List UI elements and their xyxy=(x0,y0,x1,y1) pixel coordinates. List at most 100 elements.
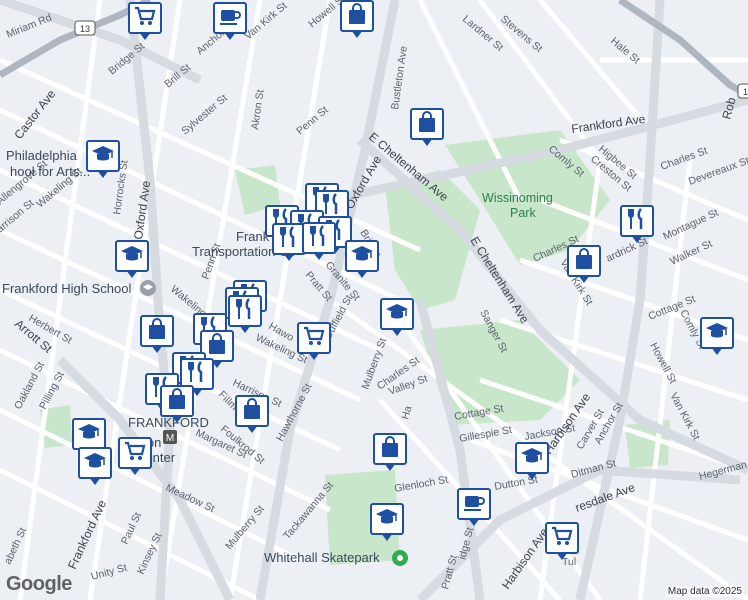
svg-text:Lardner St: Lardner St xyxy=(460,13,505,54)
restaurant-icon xyxy=(625,207,649,235)
graduation-cap-icon xyxy=(520,445,544,472)
graduation-cap-icon xyxy=(83,450,107,477)
transit-station-icon[interactable]: M xyxy=(163,430,177,444)
pin-pointer xyxy=(308,352,320,360)
poi-pin[interactable] xyxy=(700,317,734,357)
pin-pointer xyxy=(631,235,643,243)
restaurant-icon xyxy=(307,224,331,252)
school-marker-icon[interactable] xyxy=(140,280,156,296)
svg-text:Sylvester St: Sylvester St xyxy=(179,92,230,137)
shopping-cart-icon xyxy=(550,525,574,552)
pin-pointer xyxy=(313,252,325,260)
shopping-cart-icon xyxy=(133,5,157,32)
pin-pointer xyxy=(239,325,251,333)
shopping-bag-icon xyxy=(165,387,189,415)
poi-pin[interactable] xyxy=(345,240,379,280)
svg-text:M: M xyxy=(166,433,174,444)
poi-pin[interactable] xyxy=(140,315,174,355)
svg-text:Van Kirk St: Van Kirk St xyxy=(242,0,289,42)
svg-text:hool for Arts...: hool for Arts... xyxy=(10,164,90,179)
poi-pin[interactable] xyxy=(213,2,247,42)
poi-pin[interactable] xyxy=(567,245,601,285)
svg-text:Akron St: Akron St xyxy=(249,89,266,131)
pin-pointer xyxy=(139,32,151,40)
svg-text:13: 13 xyxy=(743,87,748,97)
poi-pin[interactable] xyxy=(620,205,654,245)
graduation-cap-icon xyxy=(91,143,115,170)
svg-text:Park: Park xyxy=(510,206,536,220)
svg-text:Frankford High School: Frankford High School xyxy=(2,281,131,296)
graduation-cap-icon xyxy=(120,243,144,270)
shopping-bag-icon xyxy=(378,435,402,463)
svg-text:Rob: Rob xyxy=(719,96,738,121)
graduation-cap-icon xyxy=(705,320,729,347)
park-marker-icon[interactable] xyxy=(392,550,408,566)
poi-pin[interactable] xyxy=(228,295,262,335)
graduation-cap-icon xyxy=(385,301,409,328)
poi-pin[interactable] xyxy=(515,442,549,482)
pin-pointer xyxy=(421,138,433,146)
pin-pointer xyxy=(578,275,590,283)
poi-pin[interactable] xyxy=(340,0,374,40)
graduation-cap-icon xyxy=(77,421,101,448)
poi-pin[interactable] xyxy=(370,503,404,543)
poi-pin[interactable] xyxy=(457,488,491,528)
google-logo[interactable]: Google xyxy=(6,573,72,596)
poi-pin[interactable] xyxy=(78,447,112,487)
poi-pin[interactable] xyxy=(302,222,336,262)
shopping-bag-icon xyxy=(415,110,439,138)
poi-pin[interactable] xyxy=(160,385,194,425)
poi-pin[interactable] xyxy=(115,240,149,280)
poi-pin[interactable] xyxy=(545,522,579,562)
poi-pin[interactable] xyxy=(380,298,414,338)
pin-pointer xyxy=(381,533,393,541)
poi-pin[interactable] xyxy=(86,140,120,180)
pin-pointer xyxy=(384,463,396,471)
pin-pointer xyxy=(171,415,183,423)
graduation-cap-icon xyxy=(350,243,374,270)
shopping-bag-icon xyxy=(240,397,264,425)
svg-text:Glenloch St: Glenloch St xyxy=(393,474,449,495)
pin-pointer xyxy=(351,30,363,38)
restaurant-icon xyxy=(233,297,257,325)
shopping-bag-icon xyxy=(145,317,169,345)
pin-pointer xyxy=(89,477,101,485)
svg-text:Miriam Rd: Miriam Rd xyxy=(5,12,54,41)
svg-text:Bustleton Ave: Bustleton Ave xyxy=(389,45,410,110)
poi-pin[interactable] xyxy=(272,223,306,263)
poi-pin[interactable] xyxy=(235,395,269,435)
pin-pointer xyxy=(391,328,403,336)
pin-pointer xyxy=(126,270,138,278)
poi-pin[interactable] xyxy=(410,108,444,148)
shopping-cart-icon xyxy=(123,440,147,467)
poi-pin[interactable] xyxy=(373,433,407,473)
pin-pointer xyxy=(97,170,109,178)
svg-text:Whitehall Skatepark: Whitehall Skatepark xyxy=(264,550,380,565)
coffee-cup-icon xyxy=(462,491,486,518)
shopping-bag-icon xyxy=(572,247,596,275)
svg-text:Philadelphia: Philadelphia xyxy=(6,148,78,163)
shopping-bag-icon xyxy=(345,2,369,30)
poi-pin[interactable] xyxy=(128,2,162,42)
svg-text:Charles St: Charles St xyxy=(659,145,709,173)
svg-text:Montague St: Montague St xyxy=(661,207,720,243)
pin-pointer xyxy=(711,347,723,355)
highway xyxy=(0,0,748,99)
map-attribution[interactable]: Map data ©2025 xyxy=(665,586,744,597)
pin-pointer xyxy=(224,32,236,40)
restaurant-icon xyxy=(185,360,209,388)
pin-pointer xyxy=(526,472,538,480)
pin-pointer xyxy=(151,345,163,353)
restaurant-icon xyxy=(277,225,301,253)
graduation-cap-icon xyxy=(375,506,399,533)
svg-text:13: 13 xyxy=(80,24,90,34)
pin-pointer xyxy=(129,467,141,475)
poi-pin[interactable] xyxy=(118,437,152,477)
map-viewport[interactable]: 13 13 Miriam Rd Castor Ave Allengrove St… xyxy=(0,0,748,600)
pin-pointer xyxy=(468,518,480,526)
coffee-cup-icon xyxy=(218,5,242,32)
poi-pin[interactable] xyxy=(297,322,331,362)
pin-pointer xyxy=(356,270,368,278)
svg-text:Wissinoming: Wissinoming xyxy=(482,191,553,205)
shopping-cart-icon xyxy=(302,325,326,352)
